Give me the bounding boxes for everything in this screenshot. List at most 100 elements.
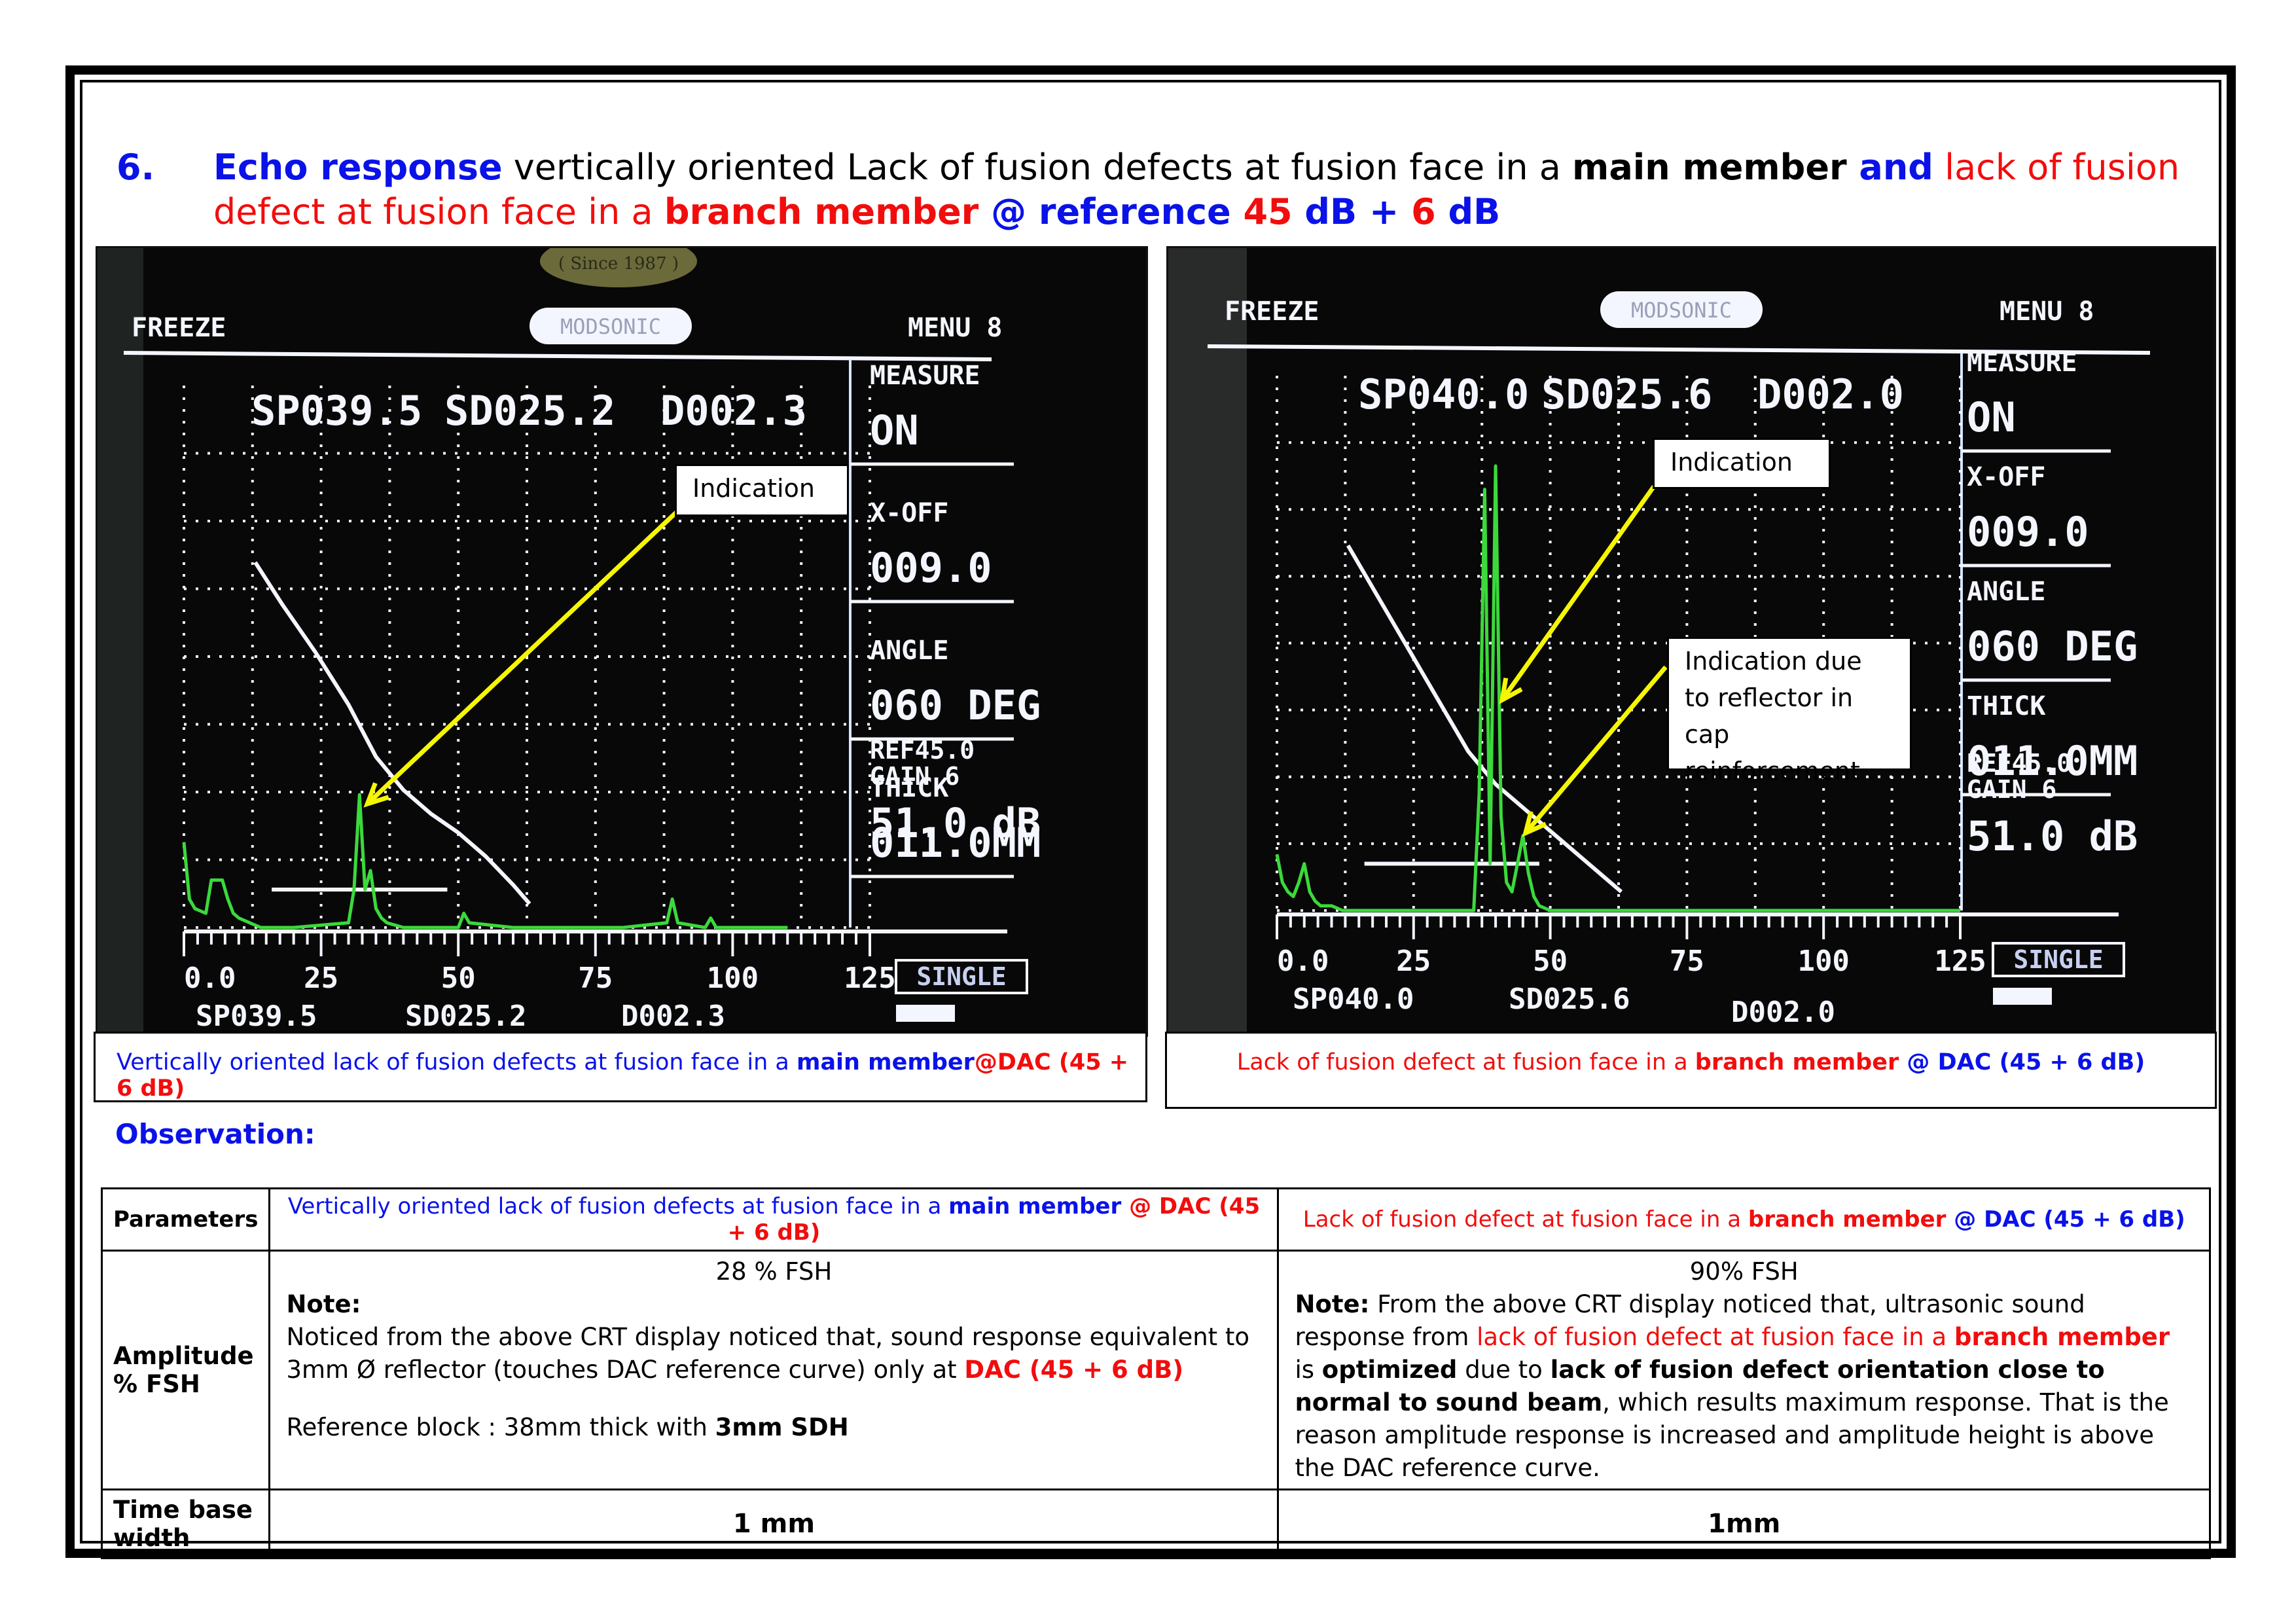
a-scan-point (1293, 896, 1294, 897)
text-run: due to (1457, 1356, 1551, 1384)
brand-logo-text: MODSONIC (560, 314, 661, 339)
crt-mode-label: FREEZE (132, 313, 226, 343)
text-run: @ DAC (45 + 6 dB) (1899, 1049, 2145, 1075)
section-title: Echo response vertically oriented Lack o… (213, 145, 2203, 234)
a-scan-point (1506, 882, 1507, 883)
text-run: @ reference (978, 191, 1244, 232)
bottom-readout-depth: D002.0 (1731, 996, 1835, 1029)
table-row-header: Parameters Vertically oriented lack of f… (100, 1187, 2211, 1252)
readout-surface-distance: SD025.2 (444, 387, 615, 435)
text-run: Vertically oriented lack of fusion defec… (287, 1193, 949, 1219)
callout-indication-right: Indication (1653, 438, 1831, 489)
text-run: @ DAC (45 + 6 dB) (1946, 1206, 2185, 1233)
text-run: branch member (1695, 1049, 1899, 1075)
text-run: main member (1572, 147, 1847, 188)
side-value-xoff: 009.0 (1967, 508, 2089, 556)
side-label-thick: THICK (1967, 691, 2045, 721)
observation-table: Parameters Vertically oriented lack of f… (100, 1187, 2211, 1559)
a-scan-point (677, 922, 679, 924)
cell-amplitude-main: 28 % FSH Note: Noticed from the above CR… (268, 1250, 1280, 1490)
x-tick-label: 125 (1934, 945, 1986, 978)
cell-time-base-main: 1 mm (268, 1489, 1280, 1559)
crt-background (98, 248, 1146, 1035)
a-scan-point (1484, 489, 1485, 490)
text-run: dB + (1292, 191, 1412, 232)
x-tick-label: 100 (1797, 945, 1849, 978)
side-label-xoff: X-OFF (1967, 462, 2045, 492)
side-label-measure: MEASURE (1967, 348, 2077, 378)
crt-screen-left: ( Since 1987 ) FREEZE MODSONIC MENU 8 SP039.… (96, 246, 1148, 1037)
x-tick-label: 75 (1670, 945, 1704, 978)
bottom-readout-surface-distance: SD025.2 (405, 1000, 526, 1033)
x-tick-label: 0.0 (184, 962, 236, 995)
a-scan-point (666, 922, 668, 924)
bottom-readout-surface-distance: SD025.6 (1509, 983, 1630, 1016)
a-scan-point (249, 922, 251, 924)
text-run: 6 (1411, 191, 1436, 232)
text-run: and (1846, 147, 1933, 188)
readout-depth: D002.0 (1757, 370, 1904, 418)
text-run: 45 (1243, 191, 1293, 232)
readout-sound-path: SP039.5 (251, 387, 422, 435)
text-run: Reference block : 38mm thick with (286, 1413, 715, 1441)
a-scan-point (1282, 882, 1283, 883)
text-run: DAC (45 + 6 dB) (964, 1356, 1184, 1384)
bottom-readout-depth: D002.3 (621, 1000, 725, 1033)
x-tick-label: 25 (304, 962, 338, 995)
trigger-mode-label: SINGLE (2013, 945, 2103, 974)
note-line-2: 3mm Ø reflector (touches DAC reference c… (286, 1354, 1261, 1386)
text-run: Vertically oriented lack of fusion defec… (117, 1049, 797, 1075)
reference-block-note: Reference block : 38mm thick with 3mm SD… (286, 1411, 1261, 1444)
total-db-value: 51.0 dB (870, 799, 1041, 847)
side-value-xoff: 009.0 (870, 544, 992, 592)
x-tick-label: 75 (578, 962, 613, 995)
a-scan-point (1276, 854, 1278, 855)
caption-left: Vertically oriented lack of fusion defec… (94, 1032, 1147, 1102)
x-tick-label: 50 (441, 962, 476, 995)
crt-mode-label: FREEZE (1225, 297, 1319, 327)
text-run: Echo response (213, 147, 503, 188)
a-scan-point (463, 912, 465, 914)
cell-time-base-label: Time base width (100, 1489, 271, 1559)
text-run: Lack of fusion defect at fusion face in … (1302, 1206, 1748, 1233)
observation-title: Observation: (115, 1118, 315, 1150)
x-tick-label: 50 (1533, 945, 1568, 978)
crt-menu-label: MENU 8 (908, 313, 1003, 343)
side-label-xoff: X-OFF (870, 498, 948, 528)
side-value-angle: 060 DEG (1967, 623, 2138, 670)
bottom-readout-sound-path: SP039.5 (196, 1000, 317, 1033)
text-run: is (1295, 1356, 1322, 1384)
a-scan-point (1479, 793, 1480, 794)
callout-indication-left: Indication (675, 464, 849, 516)
total-db-value: 51.0 dB (1967, 812, 2138, 860)
readout-sound-path: SP040.0 (1358, 370, 1529, 418)
text-run: branch member (1748, 1206, 1946, 1233)
side-label-angle: ANGLE (1967, 577, 2045, 607)
brand-logo-text: MODSONIC (1631, 298, 1732, 323)
battery-indicator (896, 1005, 955, 1022)
side-value-measure: ON (870, 406, 919, 454)
crt-screen-right: FREEZE MODSONIC MENU 8 SP040.0 SD025.6 D002.0… (1166, 246, 2216, 1037)
gain-label: GAIN 6 (1967, 775, 2056, 804)
section-number: 6. (117, 147, 155, 188)
text-run: dB (1435, 191, 1501, 232)
callout-cap-reinforcement: Indication due to reflector in cap reinf… (1667, 637, 1912, 785)
text-run: optimized (1321, 1356, 1458, 1384)
table-row-amplitude: Amplitude % FSH 28 % FSH Note: Noticed f… (100, 1250, 2211, 1490)
text-run: branch member (664, 191, 979, 232)
amplitude-value-main: 28 % FSH (715, 1257, 833, 1286)
brand-subtitle: ( Since 1987 ) (558, 254, 679, 274)
gain-label: GAIN 6 (870, 762, 960, 791)
text-run: main member (796, 1049, 975, 1075)
crt-display-left: ( Since 1987 ) FREEZE MODSONIC MENU 8 SP039.… (98, 248, 1146, 1035)
cell-time-base-branch: 1mm (1277, 1489, 2211, 1559)
caption-right: Lack of fusion defect at fusion face in … (1165, 1032, 2217, 1109)
x-tick-label: 25 (1396, 945, 1431, 978)
a-scan-point (232, 912, 234, 914)
bottom-readout-sound-path: SP040.0 (1293, 983, 1414, 1016)
a-scan-point (1320, 905, 1321, 907)
text-run: Noticed from the above CRT display notic… (286, 1323, 1250, 1351)
ref-db-label: REF45.0 (1967, 749, 2072, 778)
side-label-measure: MEASURE (870, 361, 980, 391)
cell-amplitude-label: Amplitude % FSH (100, 1250, 271, 1490)
